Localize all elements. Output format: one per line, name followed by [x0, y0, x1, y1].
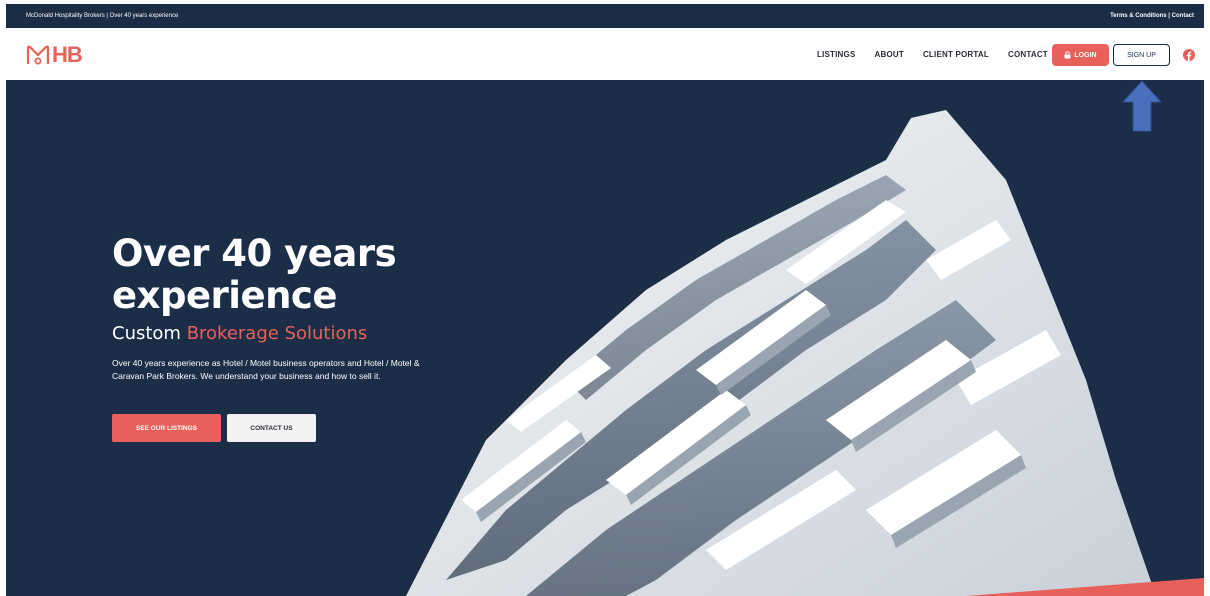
hero-title: Over 40 years experience — [112, 233, 452, 317]
primary-menu: LISTINGS ABOUT CLIENT PORTAL CONTACT — [817, 50, 1067, 59]
login-button[interactable]: LOGIN — [1052, 44, 1109, 66]
signup-button[interactable]: SIGN UP — [1113, 44, 1170, 66]
top-contact-link[interactable]: Contact — [1172, 13, 1194, 19]
lock-icon — [1064, 51, 1071, 59]
contact-us-button[interactable]: CONTACT US — [227, 414, 316, 442]
see-listings-button[interactable]: SEE OUR LISTINGS — [112, 414, 221, 442]
nav-client-portal[interactable]: CLIENT PORTAL — [923, 50, 989, 59]
nav-about[interactable]: ABOUT — [875, 50, 904, 59]
hero-title-line1: Over 40 years — [112, 232, 397, 275]
hero-title-line2: experience — [112, 274, 337, 317]
hero-section: Over 40 years experience Custom Brokerag… — [6, 80, 1204, 596]
top-bar-tagline: McDonald Hospitality Brokers | Over 40 y… — [26, 13, 179, 19]
signup-label: SIGN UP — [1127, 51, 1156, 59]
nav-listings[interactable]: LISTINGS — [817, 50, 856, 59]
site-logo[interactable]: HB — [26, 42, 83, 67]
main-navbar: HB LISTINGS ABOUT CLIENT PORTAL CONTACT … — [6, 28, 1204, 80]
logo-m-icon — [26, 45, 50, 65]
hero-subtitle-accent: Brokerage Solutions — [186, 323, 368, 344]
hero-subtitle-plain: Custom — [112, 323, 187, 344]
up-arrow-icon — [1122, 80, 1162, 132]
login-label: LOGIN — [1074, 51, 1097, 59]
logo-text: HB — [52, 42, 83, 67]
hero-buttons: SEE OUR LISTINGS CONTACT US — [112, 414, 316, 442]
hero-text-block: Over 40 years experience Custom Brokerag… — [112, 233, 452, 382]
page: McDonald Hospitality Brokers | Over 40 y… — [0, 0, 1210, 596]
hero-description: Over 40 years experience as Hotel / Mote… — [112, 358, 420, 381]
top-bar-links: Terms & Conditions | Contact — [1110, 13, 1194, 19]
terms-conditions-link[interactable]: Terms & Conditions — [1110, 13, 1167, 19]
nav-contact[interactable]: CONTACT — [1008, 50, 1048, 59]
hero-subtitle: Custom Brokerage Solutions — [112, 323, 452, 344]
top-info-bar: McDonald Hospitality Brokers | Over 40 y… — [6, 4, 1204, 28]
facebook-icon[interactable] — [1183, 49, 1195, 61]
